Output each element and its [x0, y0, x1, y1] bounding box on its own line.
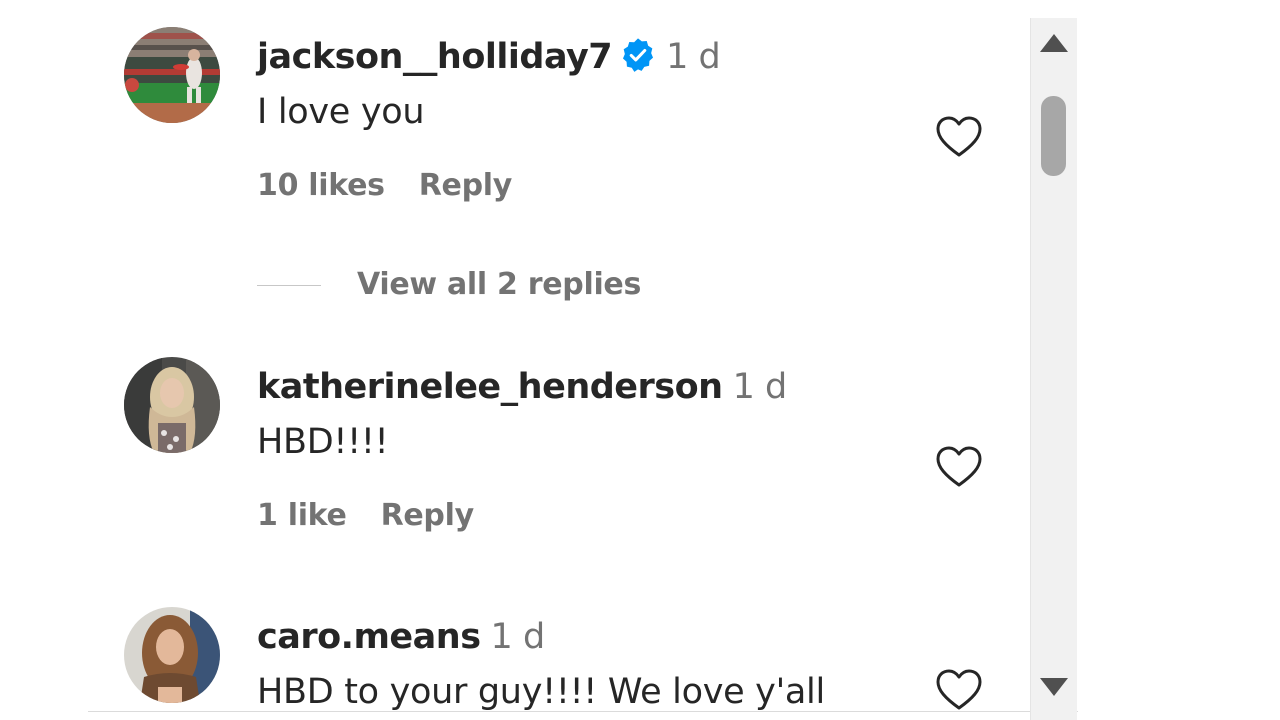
avatar[interactable] — [124, 607, 220, 703]
comment-actions: 1 like Reply — [257, 497, 474, 535]
comment-username[interactable]: katherinelee_henderson — [257, 367, 723, 407]
scrollbar-thumb[interactable] — [1041, 96, 1066, 176]
comment-text: HBD to your guy!!!! We love y'all — [257, 672, 825, 712]
comment-username[interactable]: jackson__holliday7 — [257, 37, 613, 77]
vertical-scrollbar[interactable] — [1030, 18, 1077, 720]
comment-timestamp: 1 d — [490, 617, 546, 657]
comments-list: jackson__holliday7 1 d I love you 10 lik… — [0, 0, 1030, 720]
comment-header: caro.means 1 d — [257, 615, 545, 659]
verified-badge-icon — [620, 37, 656, 73]
comment-header: katherinelee_henderson 1 d — [257, 365, 787, 409]
like-count[interactable]: 1 like — [257, 498, 347, 533]
comment-text: I love you — [257, 92, 425, 132]
triangle-down-icon[interactable] — [1031, 672, 1077, 700]
comment-header: jackson__holliday7 1 d — [257, 35, 721, 79]
like-count[interactable]: 10 likes — [257, 168, 385, 203]
avatar[interactable] — [124, 27, 220, 123]
comment-text: HBD!!!! — [257, 422, 389, 462]
avatar[interactable] — [124, 357, 220, 453]
heart-outline-icon[interactable] — [935, 115, 983, 159]
triangle-up-icon[interactable] — [1031, 30, 1077, 58]
view-replies-button[interactable]: View all 2 replies — [257, 266, 641, 304]
bottom-divider — [88, 711, 1078, 712]
reply-button[interactable]: Reply — [419, 168, 513, 203]
replies-divider — [257, 284, 321, 286]
view-replies-label: View all 2 replies — [357, 267, 642, 302]
comment-username[interactable]: caro.means — [257, 617, 481, 657]
heart-outline-icon[interactable] — [935, 668, 983, 712]
comment-timestamp: 1 d — [732, 367, 788, 407]
comment-timestamp: 1 d — [666, 37, 721, 77]
heart-outline-icon[interactable] — [935, 445, 983, 489]
reply-button[interactable]: Reply — [381, 498, 475, 533]
comments-screen: jackson__holliday7 1 d I love you 10 lik… — [0, 0, 1280, 720]
comment-actions: 10 likes Reply — [257, 167, 512, 205]
